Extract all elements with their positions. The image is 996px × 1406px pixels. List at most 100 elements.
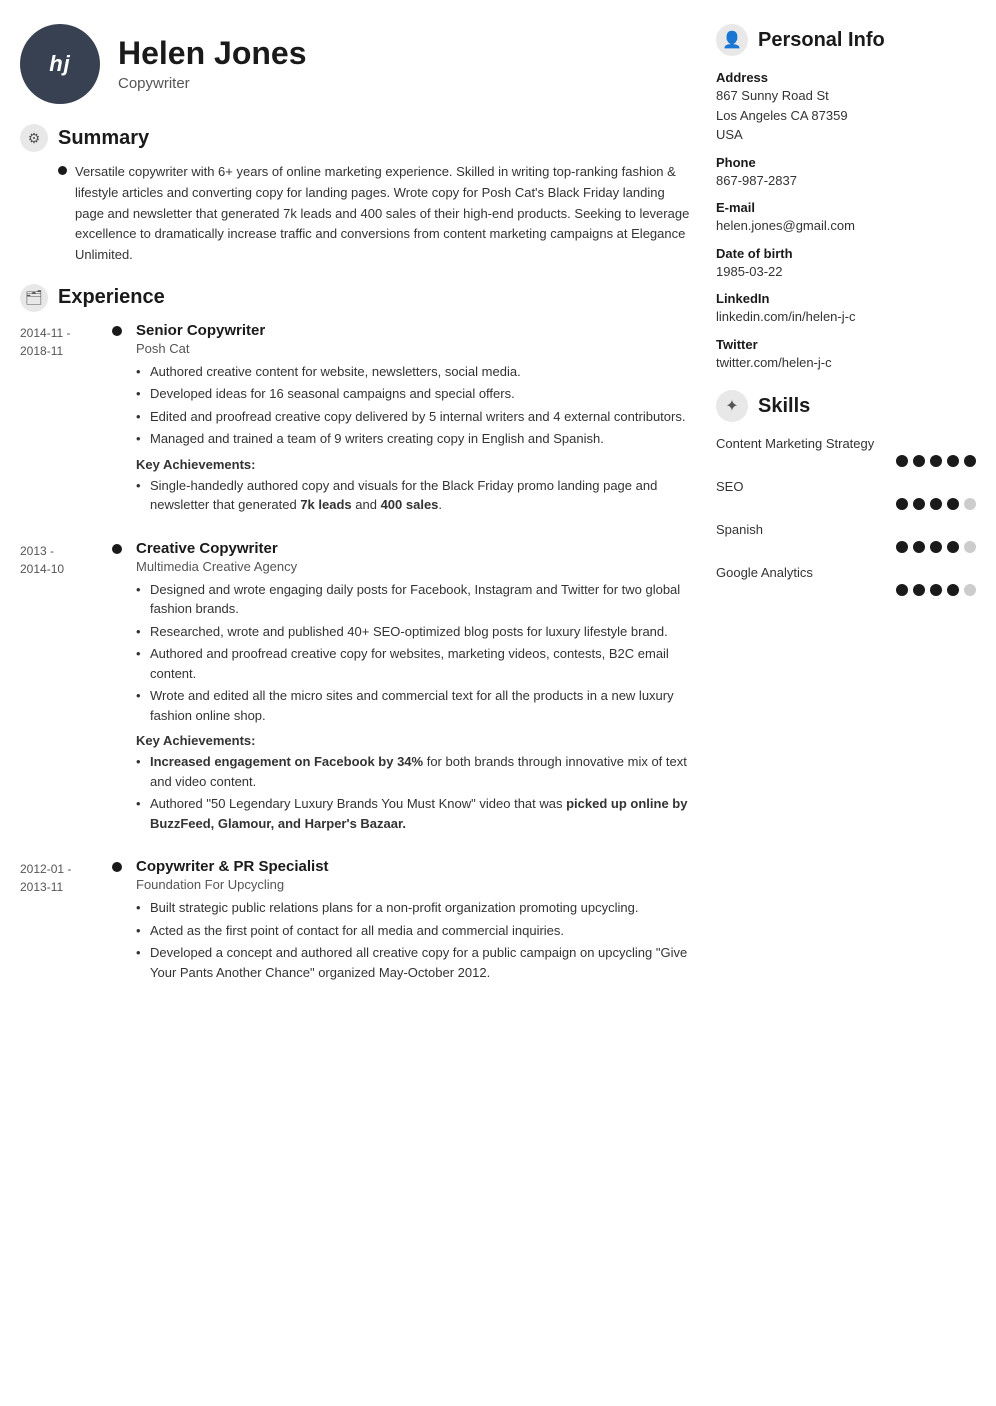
skill-dot — [947, 584, 959, 596]
summary-section: ⚙ Summary Versatile copywriter with 6+ y… — [20, 124, 692, 266]
achievement-item: Single-handedly authored copy and visual… — [136, 476, 692, 515]
exp-bullet-item: Researched, wrote and published 40+ SEO-… — [136, 622, 692, 642]
achievements-label-1: Key Achievements: — [136, 733, 692, 748]
achievement-item: Authored "50 Legendary Luxury Brands You… — [136, 794, 692, 833]
linkedin-label: LinkedIn — [716, 291, 976, 306]
skill-dots-0 — [716, 455, 976, 467]
address-value: 867 Sunny Road StLos Angeles CA 87359USA — [716, 86, 976, 145]
exp-dot-1 — [112, 544, 122, 554]
skill-dot — [947, 541, 959, 553]
personal-info-icon: 👤 — [716, 24, 748, 56]
skill-item-2: Spanish — [716, 522, 976, 553]
email-block: E-mail helen.jones@gmail.com — [716, 200, 976, 236]
skill-dot — [896, 541, 908, 553]
summary-icon: ⚙ — [20, 124, 48, 152]
exp-date-2: 2012-01 -2013-11 — [20, 858, 98, 990]
dob-block: Date of birth 1985-03-22 — [716, 246, 976, 282]
exp-content-0: Senior Copywriter Posh Cat Authored crea… — [136, 322, 692, 518]
twitter-label: Twitter — [716, 337, 976, 352]
skill-dot — [896, 455, 908, 467]
phone-block: Phone 867-987-2837 — [716, 155, 976, 191]
dob-value: 1985-03-22 — [716, 262, 976, 282]
candidate-name: Helen Jones — [118, 36, 307, 71]
exp-bullet-item: Designed and wrote engaging daily posts … — [136, 580, 692, 619]
avatar-initials: hj — [49, 51, 71, 77]
address-label: Address — [716, 70, 976, 85]
skill-dot — [964, 455, 976, 467]
skill-name-3: Google Analytics — [716, 565, 976, 580]
exp-bullet-item: Built strategic public relations plans f… — [136, 898, 692, 918]
exp-dot-line-2 — [112, 858, 122, 990]
summary-title: Summary — [58, 127, 149, 150]
exp-bullets-1: Designed and wrote engaging daily posts … — [136, 580, 692, 726]
exp-title-2: Copywriter & PR Specialist — [136, 858, 692, 875]
exp-dot-2 — [112, 862, 122, 872]
skill-dot — [913, 498, 925, 510]
skill-item-1: SEO — [716, 479, 976, 510]
skill-dot — [930, 584, 942, 596]
dob-label: Date of birth — [716, 246, 976, 261]
exp-content-2: Copywriter & PR Specialist Foundation Fo… — [136, 858, 692, 990]
experience-item: 2014-11 -2018-11 Senior Copywriter Posh … — [20, 322, 692, 518]
exp-date-1: 2013 -2014-10 — [20, 540, 98, 837]
exp-content-1: Creative Copywriter Multimedia Creative … — [136, 540, 692, 837]
exp-bullets-0: Authored creative content for website, n… — [136, 362, 692, 449]
header-text: Helen Jones Copywriter — [118, 36, 307, 92]
experience-item: 2012-01 -2013-11 Copywriter & PR Special… — [20, 858, 692, 990]
skill-dot — [947, 498, 959, 510]
exp-company-1: Multimedia Creative Agency — [136, 559, 692, 574]
exp-bullet-item: Wrote and edited all the micro sites and… — [136, 686, 692, 725]
skill-dots-2 — [716, 541, 976, 553]
skill-dot — [896, 498, 908, 510]
achievements-list-1: Increased engagement on Facebook by 34% … — [136, 752, 692, 833]
skill-dot — [913, 455, 925, 467]
exp-bullet-item: Edited and proofread creative copy deliv… — [136, 407, 692, 427]
skill-dot — [913, 584, 925, 596]
skill-dot — [964, 498, 976, 510]
left-column: hj Helen Jones Copywriter ⚙ Summary Vers… — [20, 24, 692, 1382]
phone-value: 867-987-2837 — [716, 171, 976, 191]
twitter-value: twitter.com/helen-j-c — [716, 353, 976, 373]
right-column: 👤 Personal Info Address 867 Sunny Road S… — [716, 24, 976, 1382]
exp-bullet-item: Managed and trained a team of 9 writers … — [136, 429, 692, 449]
experience-section: 🗂 Experience 2014-11 -2018-11 Senior Cop… — [20, 284, 692, 991]
exp-bullet-item: Developed a concept and authored all cre… — [136, 943, 692, 982]
avatar: hj — [20, 24, 100, 104]
exp-title-0: Senior Copywriter — [136, 322, 692, 339]
summary-bullet — [58, 166, 67, 175]
exp-bullets-2: Built strategic public relations plans f… — [136, 898, 692, 982]
skill-dot — [964, 541, 976, 553]
exp-title-1: Creative Copywriter — [136, 540, 692, 557]
candidate-subtitle: Copywriter — [118, 75, 307, 92]
exp-date-0: 2014-11 -2018-11 — [20, 322, 98, 518]
experience-header: 🗂 Experience — [20, 284, 692, 312]
resume-header: hj Helen Jones Copywriter — [20, 24, 692, 104]
achievements-label-0: Key Achievements: — [136, 457, 692, 472]
key-achievements-0: Key Achievements: Single-handedly author… — [136, 457, 692, 515]
personal-info-title: Personal Info — [758, 29, 885, 52]
exp-company-2: Foundation For Upcycling — [136, 877, 692, 892]
summary-text: Versatile copywriter with 6+ years of on… — [75, 162, 692, 266]
exp-dot-line-1 — [112, 540, 122, 837]
linkedin-value: linkedin.com/in/helen-j-c — [716, 307, 976, 327]
personal-info-header: 👤 Personal Info — [716, 24, 976, 56]
email-value: helen.jones@gmail.com — [716, 216, 976, 236]
experience-icon: 🗂 — [20, 284, 48, 312]
skill-dot — [930, 541, 942, 553]
skills-icon: ✦ — [716, 390, 748, 422]
twitter-block: Twitter twitter.com/helen-j-c — [716, 337, 976, 373]
exp-bullet-item: Developed ideas for 16 seasonal campaign… — [136, 384, 692, 404]
skill-dot — [896, 584, 908, 596]
skill-dot — [947, 455, 959, 467]
experience-title: Experience — [58, 286, 165, 309]
exp-bullet-item: Authored creative content for website, n… — [136, 362, 692, 382]
exp-bullet-item: Authored and proofread creative copy for… — [136, 644, 692, 683]
skill-dot — [913, 541, 925, 553]
phone-label: Phone — [716, 155, 976, 170]
linkedin-block: LinkedIn linkedin.com/in/helen-j-c — [716, 291, 976, 327]
email-label: E-mail — [716, 200, 976, 215]
exp-dot-0 — [112, 326, 122, 336]
achievement-item: Increased engagement on Facebook by 34% … — [136, 752, 692, 791]
skills-header: ✦ Skills — [716, 390, 976, 422]
summary-body: Versatile copywriter with 6+ years of on… — [58, 162, 692, 266]
